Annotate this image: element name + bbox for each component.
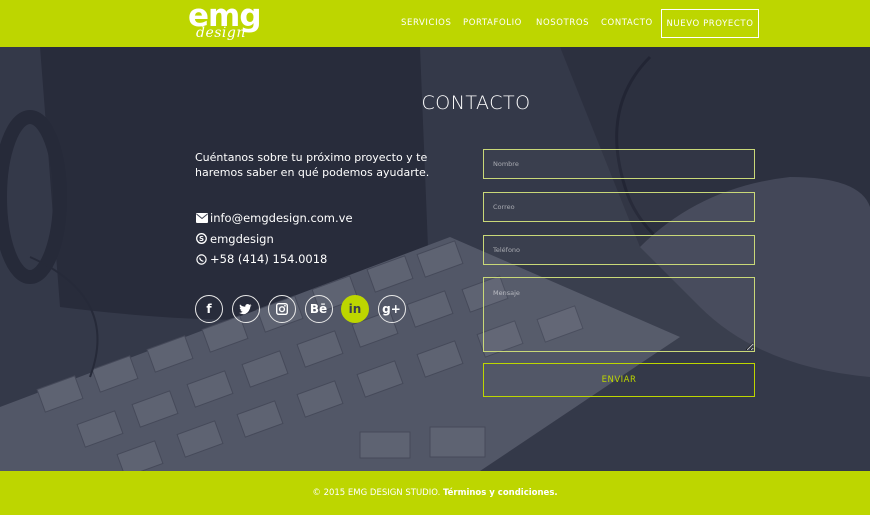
site-header: emg design SERVICIOS PORTAFOLIO NOSOTROS… <box>0 0 870 47</box>
nav-contacto[interactable]: CONTACTO <box>601 18 653 28</box>
contact-section: CONTACTO Cuéntanos sobre tu próximo proy… <box>0 47 870 471</box>
emg-design-logo[interactable]: emg design <box>188 0 262 46</box>
behance-icon[interactable]: Bē <box>304 295 333 323</box>
copyright-text: © 2015 EMG DESIGN STUDIO. <box>312 488 443 498</box>
nav-nosotros[interactable]: NOSOTROS <box>536 18 589 28</box>
new-project-button[interactable]: NUEVO PROYECTO <box>661 9 759 38</box>
svg-text:S: S <box>199 235 204 243</box>
contact-intro: Cuéntanos sobre tu próximo proyecto y te… <box>195 151 430 179</box>
twitter-icon[interactable] <box>231 295 260 323</box>
phone-field[interactable] <box>483 235 755 265</box>
social-links: f Bē in g+ <box>195 295 414 323</box>
google-plus-icon[interactable]: g+ <box>377 295 406 323</box>
site-footer: © 2015 EMG DESIGN STUDIO. Términos y con… <box>0 471 870 515</box>
nav-portafolio[interactable]: PORTAFOLIO <box>463 18 522 28</box>
phone-number[interactable]: +58 (414) 154.0018 <box>210 252 327 266</box>
email-field[interactable] <box>483 192 755 222</box>
email-link[interactable]: info@emgdesign.com.ve <box>210 211 353 225</box>
facebook-icon[interactable]: f <box>195 295 223 323</box>
name-field[interactable] <box>483 149 755 179</box>
whatsapp-icon <box>195 253 208 266</box>
submit-button[interactable]: ENVIAR <box>483 363 755 397</box>
skype-handle[interactable]: emgdesign <box>210 232 274 246</box>
nav-servicios[interactable]: SERVICIOS <box>401 18 451 28</box>
linkedin-icon[interactable]: in <box>341 295 369 323</box>
skype-row: S emgdesign <box>195 229 353 250</box>
email-row: info@emgdesign.com.ve <box>195 208 353 229</box>
contact-details: info@emgdesign.com.ve S emgdesign +58 (4… <box>195 208 353 270</box>
envelope-icon <box>195 212 208 225</box>
phone-row: +58 (414) 154.0018 <box>195 249 353 270</box>
skype-icon: S <box>195 232 208 245</box>
terms-link[interactable]: Términos y condiciones. <box>443 488 558 498</box>
logo-text-design: design <box>196 25 246 41</box>
instagram-icon[interactable] <box>268 295 296 323</box>
contact-title: CONTACTO <box>421 92 531 114</box>
message-field[interactable] <box>483 277 755 352</box>
